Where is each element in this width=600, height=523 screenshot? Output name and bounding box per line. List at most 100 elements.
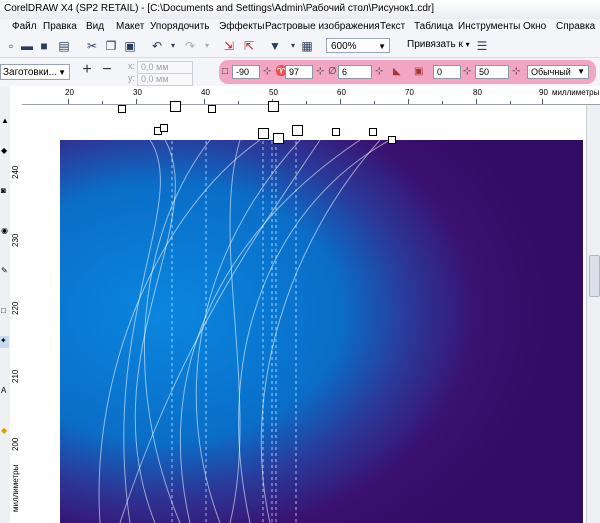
speed-value: 97 xyxy=(289,67,300,77)
menu-edit[interactable]: Правка xyxy=(43,21,77,32)
horizontal-ruler: 20 30 40 50 60 70 80 90 миллиметры xyxy=(20,86,600,105)
ruler-label: 40 xyxy=(201,88,210,97)
zoom-level-select[interactable]: 600% ▼ xyxy=(326,38,390,53)
new-file-icon[interactable]: ▫ xyxy=(4,39,18,53)
y-position-field[interactable]: 0,0 мм xyxy=(137,73,193,86)
redo-icon[interactable]: ↷ xyxy=(183,39,197,53)
import-icon[interactable]: ⇲ xyxy=(222,39,236,53)
redo-dropdown-icon[interactable]: ▾ xyxy=(200,39,214,53)
chevron-down-icon: ▼ xyxy=(58,68,66,77)
active-tool-icon[interactable]: ✦ xyxy=(0,336,9,348)
selection-handle[interactable] xyxy=(170,101,181,112)
cut-icon[interactable]: ✂ xyxy=(85,39,99,53)
angle-value: -90 xyxy=(236,67,250,77)
chevron-down-icon: ▼ xyxy=(577,67,585,76)
blend-mode-select[interactable]: Обычный ▼ xyxy=(527,65,589,79)
text-tool-icon[interactable]: A xyxy=(1,386,6,395)
launcher-dropdown-icon[interactable]: ▾ xyxy=(286,39,300,53)
zoom-tool-icon[interactable]: ◉ xyxy=(1,226,8,235)
menu-bitmaps[interactable]: Растровые изображения xyxy=(265,21,380,32)
save-icon[interactable]: ■ xyxy=(37,39,51,53)
selection-handle[interactable] xyxy=(369,128,377,136)
undo-icon[interactable]: ↶ xyxy=(150,39,164,53)
selection-handle[interactable] xyxy=(258,128,269,139)
ruler-label: 240 xyxy=(11,165,20,179)
freehand-tool-icon[interactable]: ✎ xyxy=(1,266,8,275)
menu-effects[interactable]: Эффекты xyxy=(219,21,264,32)
menu-arrange[interactable]: Упорядочить xyxy=(150,21,210,32)
ruler-label: 30 xyxy=(133,88,142,97)
offset-field[interactable]: 0 xyxy=(433,65,461,79)
rate-field[interactable]: 50 xyxy=(475,65,509,79)
scrollbar-thumb[interactable] xyxy=(589,255,600,297)
application-launcher-icon[interactable]: ▼ xyxy=(268,39,282,53)
brush-width-stepper-icon[interactable]: ⊹ xyxy=(375,66,383,77)
ruler-label: 220 xyxy=(11,301,20,315)
add-preset-icon[interactable]: + xyxy=(80,62,94,78)
rectangle-tool-icon[interactable]: □ xyxy=(1,306,6,315)
menu-view[interactable]: Вид xyxy=(86,21,104,32)
selection-handle[interactable] xyxy=(118,105,126,113)
ruler-label: 50 xyxy=(269,88,278,97)
selection-handle[interactable] xyxy=(160,124,168,132)
pick-tool-icon[interactable]: ▲ xyxy=(1,116,9,125)
remove-preset-icon[interactable]: − xyxy=(100,62,114,78)
selection-handle[interactable] xyxy=(273,133,284,144)
presets-select[interactable]: Заготовки... ▼ xyxy=(0,64,70,80)
ruler-label: 60 xyxy=(337,88,346,97)
ruler-label: 20 xyxy=(65,88,74,97)
angle-icon: □ xyxy=(222,66,229,77)
menu-text[interactable]: Текст xyxy=(380,21,405,32)
rate-stepper-icon[interactable]: ⊹ xyxy=(512,66,520,77)
y-position-value: 0,0 мм xyxy=(141,74,169,84)
rate-value: 50 xyxy=(479,67,490,77)
brush-width-icon: ∅ xyxy=(328,66,337,77)
artwork-image[interactable] xyxy=(60,140,583,523)
ruler-label: 200 xyxy=(11,437,20,451)
x-label: x: xyxy=(128,61,136,71)
speed-field[interactable]: 97 xyxy=(285,65,313,79)
selection-handle[interactable] xyxy=(208,105,216,113)
speed-stepper-icon[interactable]: ⊹ xyxy=(316,66,324,77)
print-icon[interactable]: ▤ xyxy=(57,39,71,53)
crop-tool-icon[interactable]: ◙ xyxy=(1,186,6,195)
open-folder-icon[interactable]: ▬ xyxy=(20,39,34,53)
shape-tool-icon[interactable]: ◆ xyxy=(1,146,7,155)
ruler-label: 230 xyxy=(11,233,20,247)
selection-handle[interactable] xyxy=(292,125,303,136)
selection-handle[interactable] xyxy=(332,128,340,136)
ruler-label: 90 xyxy=(539,88,548,97)
ruler-units: миллиметры xyxy=(552,88,600,97)
chevron-down-icon: ▼ xyxy=(378,42,386,51)
fill-tool-icon[interactable]: ◆ xyxy=(1,426,7,435)
angle-field[interactable]: -90 xyxy=(232,65,260,79)
selection-handle[interactable] xyxy=(268,101,279,112)
angle-stepper-icon[interactable]: ⊹ xyxy=(263,66,271,77)
menu-table[interactable]: Таблица xyxy=(414,21,453,32)
ruler-label: 70 xyxy=(405,88,414,97)
vertical-scrollbar[interactable] xyxy=(586,105,600,523)
ruler-label: 210 xyxy=(11,369,20,383)
color-icon[interactable]: ◣ xyxy=(393,66,401,77)
paste-icon[interactable]: ▣ xyxy=(123,39,137,53)
welcome-screen-icon[interactable]: ▦ xyxy=(300,39,314,53)
snap-to-button[interactable]: Привязать к ▾ xyxy=(407,39,470,50)
menu-help[interactable]: Справка xyxy=(556,21,595,32)
snap-dropdown-icon: ▾ xyxy=(465,40,470,49)
transparency-icon[interactable]: ▣ xyxy=(414,66,423,77)
undo-dropdown-icon[interactable]: ▾ xyxy=(166,39,180,53)
copy-icon[interactable]: ❐ xyxy=(104,39,118,53)
menu-tools[interactable]: Инструменты xyxy=(458,21,520,32)
offset-stepper-icon[interactable]: ⊹ xyxy=(463,66,471,77)
options-icon[interactable]: ☰ xyxy=(475,39,489,53)
brush-width-field[interactable]: 6 xyxy=(338,65,372,79)
menu-window[interactable]: Окно xyxy=(523,21,546,32)
blend-mode-value: Обычный xyxy=(531,67,571,77)
export-icon[interactable]: ⇱ xyxy=(242,39,256,53)
menu-file[interactable]: Файл xyxy=(12,21,37,32)
menu-layout[interactable]: Макет xyxy=(116,21,144,32)
ruler-units: миллиметры xyxy=(11,464,20,512)
standard-toolbar: ▫ ▬ ■ ▤ ✂ ❐ ▣ ↶ ▾ ↷ ▾ ⇲ ⇱ ▼ ▾ ▦ ☰ xyxy=(0,36,600,58)
selection-handle[interactable] xyxy=(388,136,396,144)
title-bar: CorelDRAW X4 (SP2 RETAIL) - [C:\Document… xyxy=(0,0,600,20)
